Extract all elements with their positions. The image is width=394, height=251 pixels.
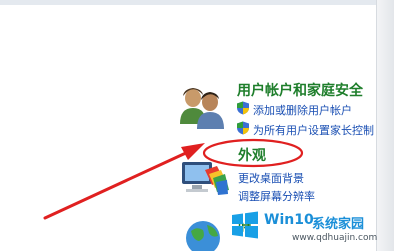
- parental-controls-link[interactable]: 为所有用户设置家长控制: [253, 122, 374, 138]
- users-icon: [180, 88, 224, 129]
- annotation-arrow: [43, 150, 190, 220]
- change-background-link[interactable]: 更改桌面背景: [238, 170, 304, 186]
- windows-logo-icon: [232, 211, 258, 239]
- uac-shield-icon: [237, 101, 249, 115]
- watermark-brand-a: Win10: [264, 212, 314, 228]
- uac-shield-icon: [237, 121, 249, 135]
- clock-language-region-icon: [186, 221, 220, 251]
- site-watermark: Win10 系统家园 www.qdhuajin.com: [228, 205, 394, 251]
- appearance-icon: [182, 162, 229, 195]
- user-accounts-title[interactable]: 用户帐户和家庭安全: [237, 80, 363, 100]
- watermark-url: www.qdhuajin.com: [292, 233, 378, 243]
- add-remove-user-link[interactable]: 添加或删除用户帐户: [253, 102, 352, 118]
- screen-resolution-link[interactable]: 调整屏幕分辨率: [238, 188, 315, 204]
- watermark-brand-b: 系统家园: [312, 217, 365, 232]
- appearance-title[interactable]: 外观: [238, 145, 266, 165]
